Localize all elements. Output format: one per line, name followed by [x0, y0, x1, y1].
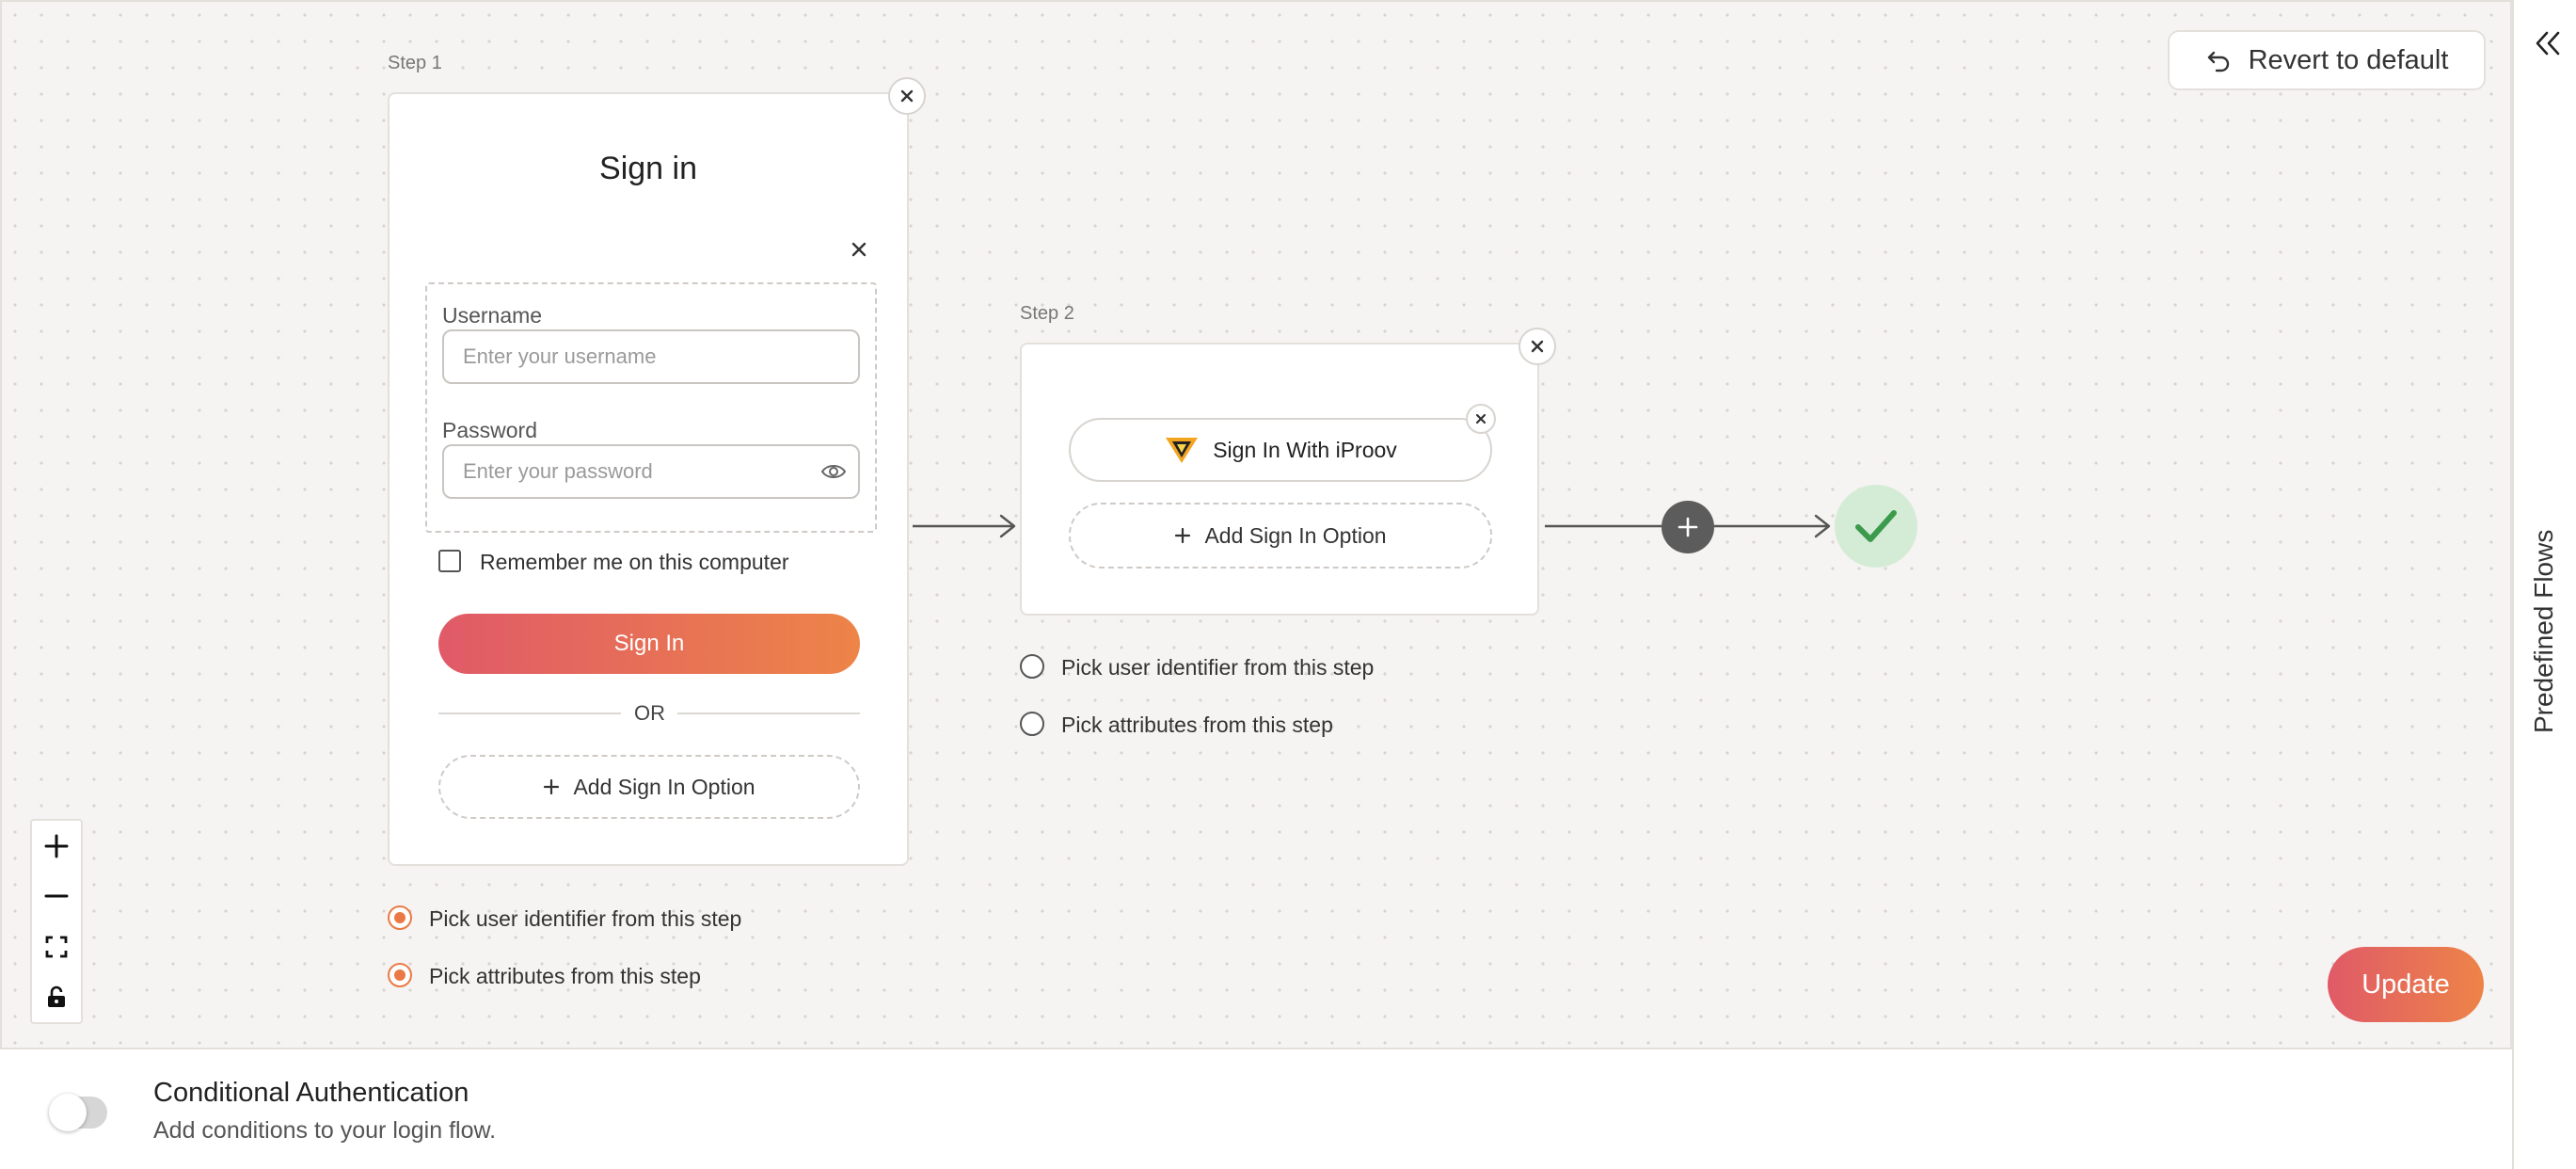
close-icon [1531, 340, 1544, 353]
zoom-controls [30, 819, 83, 1024]
toggle-knob [49, 1094, 87, 1131]
minus-icon [44, 894, 69, 898]
sign-in-with-iproov-button[interactable]: Sign In With iProov [1069, 418, 1492, 482]
plus-icon [1175, 527, 1191, 544]
or-divider-right [677, 713, 860, 714]
step-1-pick-attributes-label: Pick attributes from this step [429, 964, 701, 988]
update-button[interactable]: Update [2328, 947, 2484, 1022]
remember-me-checkbox[interactable] [438, 550, 461, 572]
remember-me-label: Remember me on this computer [480, 550, 789, 574]
add-sign-in-option-label: Add Sign In Option [573, 774, 755, 799]
password-label: Password [442, 418, 537, 442]
username-label: Username [442, 303, 543, 328]
step-1-card: Sign in Username Password Remember me on… [388, 92, 909, 866]
plus-icon [544, 778, 560, 795]
step-2-card: Sign In With iProov Add Sign In Option [1020, 343, 1539, 616]
fit-view-button[interactable] [32, 921, 81, 972]
identifier-password-group: Username Password [425, 282, 877, 533]
predefined-flows-tab[interactable]: Predefined Flows [2525, 523, 2563, 740]
eye-icon[interactable] [820, 461, 847, 482]
connector-arrow-1 [913, 514, 1016, 538]
remove-step-2-button[interactable] [1519, 328, 1556, 365]
step-2-label: Step 2 [1020, 303, 1074, 324]
zoom-out-button[interactable] [32, 872, 81, 922]
double-chevron-left-icon [2536, 31, 2560, 56]
or-divider-left [438, 713, 621, 714]
checkmark-icon [1855, 510, 1897, 542]
step-2-pick-identifier-radio[interactable] [1020, 654, 1044, 679]
collapse-panel-button[interactable] [2531, 26, 2565, 60]
step-1-pick-identifier-label: Pick user identifier from this step [429, 906, 742, 931]
sign-in-title: Sign in [599, 151, 697, 186]
step-2-pick-attributes-radio[interactable] [1020, 712, 1044, 736]
password-input[interactable] [442, 444, 860, 499]
fit-view-icon [45, 936, 68, 958]
plus-icon [1678, 517, 1698, 537]
close-icon [900, 89, 914, 103]
step-1-label: Step 1 [388, 53, 442, 73]
step-2-add-sign-in-option-label: Add Sign In Option [1204, 522, 1387, 548]
add-sign-in-option-button[interactable]: Add Sign In Option [438, 755, 860, 819]
iproov-logo-icon [1166, 438, 1199, 463]
undo-icon [2207, 51, 2229, 72]
predefined-flows-panel: Predefined Flows [2512, 0, 2576, 1169]
remove-iproov-button[interactable] [1466, 404, 1496, 434]
iproov-label: Sign In With iProov [1213, 437, 1397, 462]
unlock-icon [48, 986, 65, 1008]
add-step-button[interactable] [1662, 501, 1714, 553]
revert-label: Revert to default [2248, 44, 2449, 75]
conditional-auth-toggle[interactable] [49, 1094, 107, 1131]
step-1-pick-attributes-radio[interactable] [388, 963, 412, 987]
remove-group-icon[interactable] [851, 241, 867, 258]
step-2-pick-identifier-label: Pick user identifier from this step [1061, 655, 1375, 680]
lock-button[interactable] [32, 972, 81, 1023]
flow-end-node [1835, 485, 1917, 568]
conditional-auth-title: Conditional Authentication [153, 1078, 469, 1108]
close-icon [1475, 413, 1487, 424]
flow-canvas[interactable]: Revert to default Step 1 Sign in Usernam… [0, 0, 2512, 1049]
step-1-pick-identifier-radio[interactable] [388, 905, 412, 930]
plus-icon [44, 834, 69, 858]
conditional-auth-subtitle: Add conditions to your login flow. [153, 1117, 497, 1144]
remove-step-1-button[interactable] [888, 77, 926, 115]
conditional-auth-bar: Conditional Authentication Add condition… [0, 1049, 2512, 1169]
step-2-add-sign-in-option-button[interactable]: Add Sign In Option [1069, 503, 1492, 568]
or-label: OR [634, 701, 665, 725]
step-2-pick-attributes-label: Pick attributes from this step [1061, 713, 1333, 737]
sign-in-button[interactable]: Sign In [438, 614, 860, 674]
zoom-in-button[interactable] [32, 821, 81, 872]
revert-to-default-button[interactable]: Revert to default [2168, 30, 2486, 90]
username-input[interactable] [442, 329, 860, 384]
